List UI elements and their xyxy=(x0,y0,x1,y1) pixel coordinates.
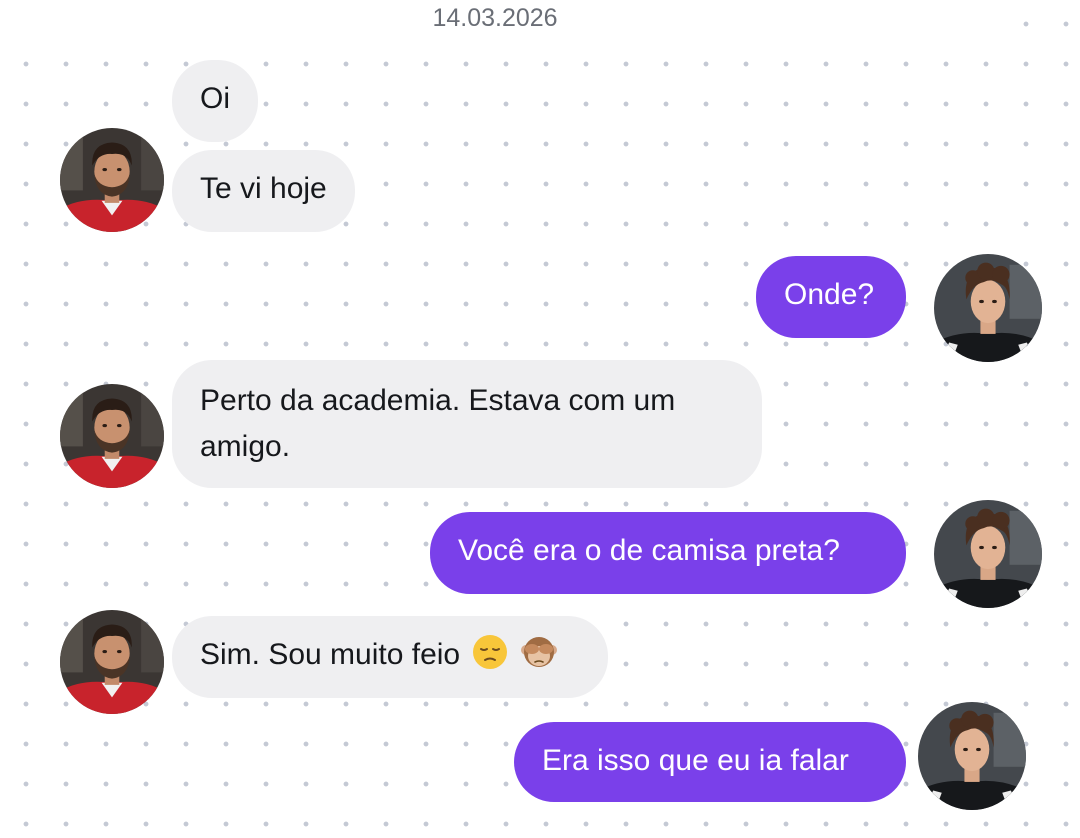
date-separator: 14.03.2026 xyxy=(0,4,990,33)
contact-avatar[interactable] xyxy=(60,128,164,232)
incoming-message-bubble[interactable]: Te vi hoje xyxy=(172,150,355,232)
outgoing-message-bubble[interactable]: Você era o de camisa preta? xyxy=(430,512,906,594)
user-avatar[interactable] xyxy=(918,702,1026,810)
chat-conversation: 14.03.2026 Oi Te vi hoje Onde? Perto da … xyxy=(0,0,1080,838)
message-text: Onde? xyxy=(784,278,875,311)
outgoing-message-bubble[interactable]: Onde? xyxy=(756,256,906,338)
pensive-face-emoji-icon xyxy=(472,634,508,670)
user-avatar-image xyxy=(934,500,1042,608)
user-avatar-image xyxy=(918,702,1026,810)
message-text-line-2: amigo. xyxy=(200,430,291,463)
message-text: Era isso que eu ia falar xyxy=(542,744,849,777)
contact-avatar-image xyxy=(60,128,164,232)
message-text: Te vi hoje xyxy=(200,172,327,205)
date-label: 14.03.2026 xyxy=(422,4,568,32)
contact-avatar[interactable] xyxy=(60,384,164,488)
message-text: Oi xyxy=(200,82,230,115)
incoming-message-bubble[interactable]: Oi xyxy=(172,60,258,142)
user-avatar[interactable] xyxy=(934,254,1042,362)
message-text-line-1: Perto da academia. Estava com um xyxy=(200,384,676,417)
user-avatar-image xyxy=(934,254,1042,362)
outgoing-message-bubble[interactable]: Era isso que eu ia falar xyxy=(514,722,906,802)
user-avatar[interactable] xyxy=(934,500,1042,608)
incoming-message-bubble[interactable]: Sim. Sou muito feio xyxy=(172,616,608,698)
see-no-evil-monkey-emoji-icon xyxy=(520,634,557,670)
contact-avatar[interactable] xyxy=(60,610,164,714)
message-text: Sim. Sou muito feio xyxy=(200,638,461,671)
contact-avatar-image xyxy=(60,610,164,714)
contact-avatar-image xyxy=(60,384,164,488)
message-text: Você era o de camisa preta? xyxy=(458,534,840,567)
incoming-message-bubble[interactable]: Perto da academia. Estava com um amigo. xyxy=(172,360,762,488)
